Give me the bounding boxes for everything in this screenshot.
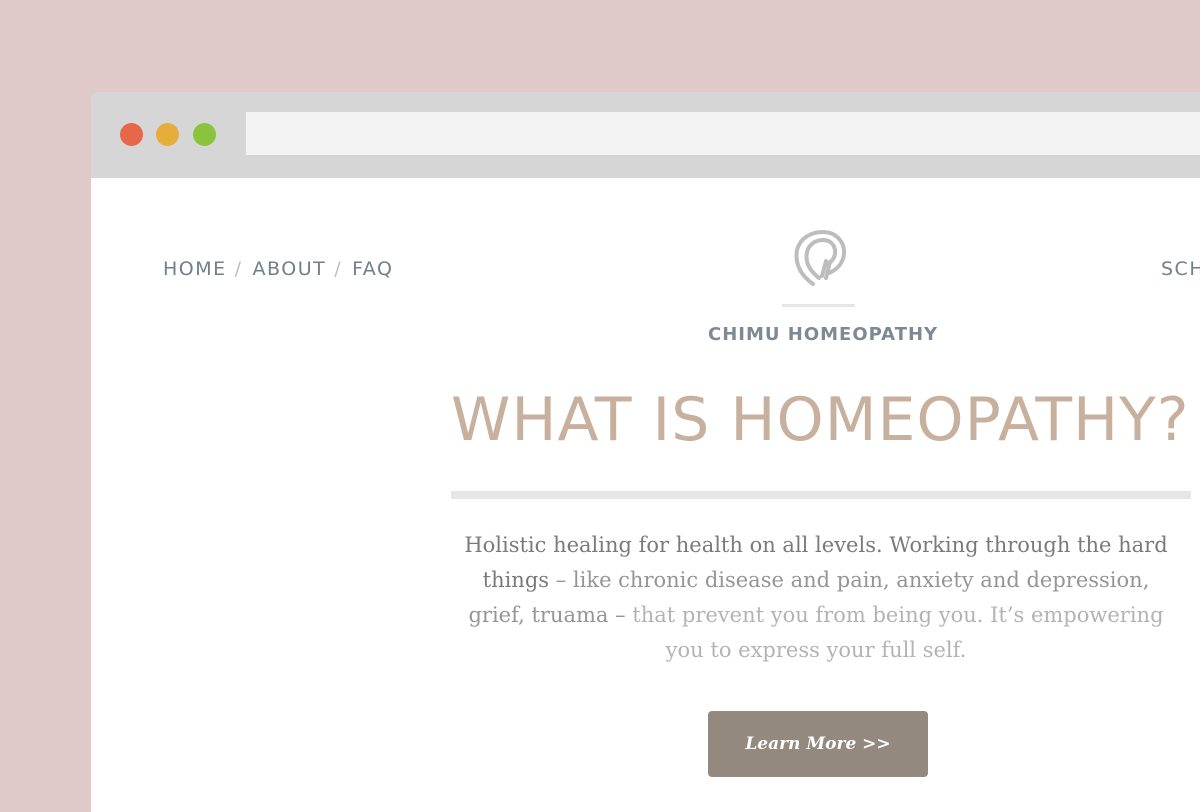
close-window-button[interactable] [120, 123, 143, 146]
browser-titlebar [91, 92, 1200, 178]
nav-faq-link[interactable]: FAQ [352, 258, 393, 280]
hero-description: Holistic healing for health on all level… [461, 528, 1171, 668]
nav-schedule-link[interactable]: SCH [1161, 258, 1200, 280]
address-bar[interactable] [246, 112, 1200, 155]
nav-about-link[interactable]: ABOUT [253, 258, 327, 280]
learn-more-button[interactable]: Learn More >> [708, 711, 928, 777]
browser-window: HOME / ABOUT / FAQ SCH CHIMU HOMEOPATHY WHAT… [91, 92, 1200, 812]
title-divider [451, 491, 1191, 499]
minimize-window-button[interactable] [156, 123, 179, 146]
nav-home-link[interactable]: HOME [163, 258, 227, 280]
nav-separator: / [234, 258, 243, 280]
logo-divider [782, 304, 855, 307]
maximize-window-button[interactable] [193, 123, 216, 146]
main-nav: HOME / ABOUT / FAQ [163, 258, 393, 280]
hero-description-part3: that prevent you from being you. It’s em… [632, 603, 1164, 662]
flame-logo-icon[interactable] [791, 228, 849, 290]
page-content: HOME / ABOUT / FAQ SCH CHIMU HOMEOPATHY WHAT… [91, 178, 1200, 812]
brand-name[interactable]: CHIMU HOMEOPATHY [708, 324, 938, 345]
nav-separator: / [334, 258, 343, 280]
page-title: WHAT IS HOMEOPATHY? [451, 385, 1190, 455]
